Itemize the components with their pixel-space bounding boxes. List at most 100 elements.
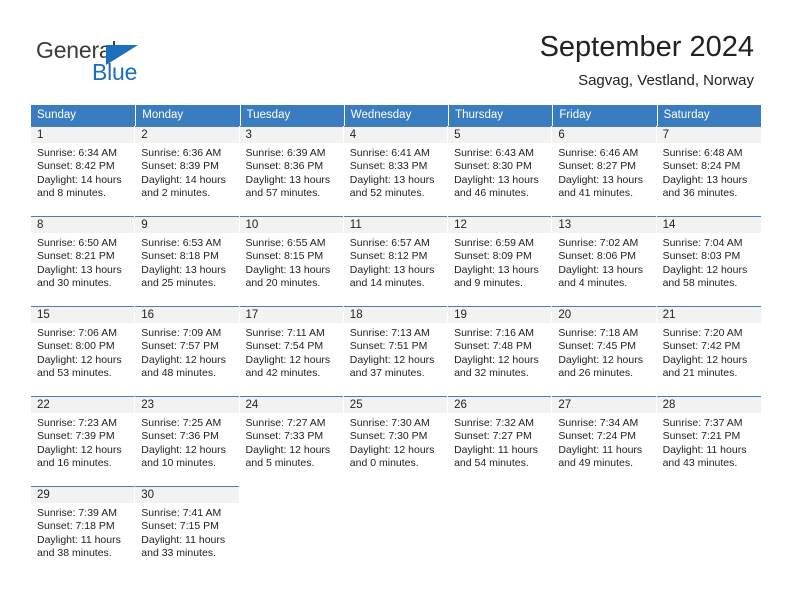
day-details: Sunrise: 7:27 AM Sunset: 7:33 PM Dayligh… [240, 413, 343, 471]
day-cell[interactable]: 24 Sunrise: 7:27 AM Sunset: 7:33 PM Dayl… [239, 396, 344, 486]
day-cell[interactable]: 16 Sunrise: 7:09 AM Sunset: 7:57 PM Dayl… [135, 306, 240, 396]
daylight-text-line1: Daylight: 13 hours [454, 173, 539, 186]
day-cell[interactable]: 27 Sunrise: 7:34 AM Sunset: 7:24 PM Dayl… [552, 396, 657, 486]
day-number: 9 [135, 216, 239, 233]
day-cell[interactable]: 10 Sunrise: 6:55 AM Sunset: 8:15 PM Dayl… [239, 216, 344, 306]
sunset-text: Sunset: 8:42 PM [37, 160, 115, 173]
day-cell[interactable]: 3 Sunrise: 6:39 AM Sunset: 8:36 PM Dayli… [239, 126, 344, 216]
daylight-text-line2: and 48 minutes. [141, 367, 216, 380]
daylight-text-line1: Daylight: 14 hours [141, 173, 226, 186]
day-number [344, 486, 447, 503]
day-cell[interactable]: 17 Sunrise: 7:11 AM Sunset: 7:54 PM Dayl… [239, 306, 344, 396]
day-cell[interactable]: 22 Sunrise: 7:23 AM Sunset: 7:39 PM Dayl… [31, 396, 136, 486]
day-details: Sunrise: 7:16 AM Sunset: 7:48 PM Dayligh… [448, 323, 551, 381]
day-cell[interactable]: 26 Sunrise: 7:32 AM Sunset: 7:27 PM Dayl… [448, 396, 553, 486]
day-cell[interactable]: 2 Sunrise: 6:36 AM Sunset: 8:39 PM Dayli… [135, 126, 240, 216]
day-cell[interactable]: 8 Sunrise: 6:50 AM Sunset: 8:21 PM Dayli… [31, 216, 136, 306]
sunset-text: Sunset: 7:42 PM [662, 340, 741, 353]
sunrise-text: Sunrise: 7:23 AM [37, 417, 117, 429]
day-details: Sunrise: 6:43 AM Sunset: 8:30 PM Dayligh… [448, 143, 551, 201]
daylight-text-line1: Daylight: 11 hours [558, 443, 643, 456]
sunrise-text: Sunrise: 6:39 AM [245, 147, 326, 159]
day-details: Sunrise: 7:13 AM Sunset: 7:51 PM Dayligh… [344, 323, 447, 381]
daylight-text-line1: Daylight: 12 hours [662, 353, 748, 366]
day-cell[interactable]: 18 Sunrise: 7:13 AM Sunset: 7:51 PM Dayl… [343, 306, 449, 396]
day-cell[interactable]: 9 Sunrise: 6:53 AM Sunset: 8:18 PM Dayli… [135, 216, 240, 306]
day-cell[interactable]: 30 Sunrise: 7:41 AM Sunset: 7:15 PM Dayl… [135, 486, 240, 576]
day-number: 17 [239, 306, 343, 323]
sunset-text: Sunset: 7:48 PM [454, 340, 532, 353]
day-cell[interactable]: 7 Sunrise: 6:48 AM Sunset: 8:24 PM Dayli… [656, 126, 761, 216]
daylight-text-line1: Daylight: 13 hours [141, 263, 226, 276]
day-number: 5 [448, 126, 552, 143]
day-number: 27 [552, 396, 656, 413]
daylight-text-line2: and 8 minutes. [37, 187, 106, 200]
day-details: Sunrise: 7:34 AM Sunset: 7:24 PM Dayligh… [552, 413, 655, 471]
day-cell[interactable]: 1 Sunrise: 6:34 AM Sunset: 8:42 PM Dayli… [31, 126, 136, 216]
day-number: 23 [135, 396, 239, 413]
daylight-text-line1: Daylight: 12 hours [141, 353, 226, 366]
daylight-text-line1: Daylight: 12 hours [349, 443, 435, 456]
daylight-text-line2: and 37 minutes. [349, 367, 425, 380]
day-details: Sunrise: 7:09 AM Sunset: 7:57 PM Dayligh… [135, 323, 238, 381]
day-cell[interactable]: 14 Sunrise: 7:04 AM Sunset: 8:03 PM Dayl… [656, 216, 761, 306]
daylight-text-line1: Daylight: 13 hours [558, 173, 643, 186]
brand-logo[interactable]: General Blue [36, 38, 236, 88]
day-number: 26 [448, 396, 552, 413]
day-cell-empty [448, 486, 553, 576]
daylight-text-line1: Daylight: 13 hours [454, 263, 539, 276]
week-row: 15 Sunrise: 7:06 AM Sunset: 8:00 PM Dayl… [31, 306, 761, 396]
week-row: 1 Sunrise: 6:34 AM Sunset: 8:42 PM Dayli… [31, 126, 761, 216]
daylight-text-line2: and 36 minutes. [662, 187, 738, 200]
daylight-text-line2: and 2 minutes. [141, 187, 211, 200]
daylight-text-line1: Daylight: 12 hours [141, 443, 226, 456]
day-details: Sunrise: 7:39 AM Sunset: 7:18 PM Dayligh… [31, 503, 134, 561]
day-details: Sunrise: 6:48 AM Sunset: 8:24 PM Dayligh… [657, 143, 761, 201]
day-cell[interactable]: 12 Sunrise: 6:59 AM Sunset: 8:09 PM Dayl… [448, 216, 553, 306]
daylight-text-line2: and 46 minutes. [454, 187, 529, 200]
weekday-header-monday: Monday [135, 105, 240, 126]
daylight-text-line2: and 58 minutes. [662, 277, 738, 290]
daylight-text-line2: and 10 minutes. [141, 457, 216, 470]
daylight-text-line2: and 43 minutes. [662, 457, 738, 470]
day-cell[interactable]: 19 Sunrise: 7:16 AM Sunset: 7:48 PM Dayl… [448, 306, 553, 396]
sunset-text: Sunset: 8:09 PM [454, 250, 532, 263]
daylight-text-line1: Daylight: 11 hours [37, 533, 121, 546]
day-cell[interactable]: 6 Sunrise: 6:46 AM Sunset: 8:27 PM Dayli… [552, 126, 657, 216]
day-cell[interactable]: 13 Sunrise: 7:02 AM Sunset: 8:06 PM Dayl… [552, 216, 657, 306]
day-details: Sunrise: 7:41 AM Sunset: 7:15 PM Dayligh… [135, 503, 238, 561]
daylight-text-line1: Daylight: 12 hours [37, 353, 122, 366]
sunset-text: Sunset: 8:00 PM [37, 340, 115, 353]
daylight-text-line2: and 5 minutes. [245, 457, 315, 470]
day-number [657, 486, 761, 503]
day-number: 3 [239, 126, 343, 143]
daylight-text-line2: and 0 minutes. [349, 457, 419, 470]
day-cell[interactable]: 29 Sunrise: 7:39 AM Sunset: 7:18 PM Dayl… [31, 486, 136, 576]
day-cell[interactable]: 20 Sunrise: 7:18 AM Sunset: 7:45 PM Dayl… [552, 306, 657, 396]
daylight-text-line1: Daylight: 13 hours [662, 173, 748, 186]
day-number: 12 [448, 216, 552, 233]
day-cell[interactable]: 15 Sunrise: 7:06 AM Sunset: 8:00 PM Dayl… [31, 306, 136, 396]
daylight-text-line1: Daylight: 12 hours [245, 443, 331, 456]
sunset-text: Sunset: 8:03 PM [662, 250, 741, 263]
weekday-header-row: Sunday Monday Tuesday Wednesday Thursday… [31, 105, 761, 126]
sunrise-text: Sunrise: 6:41 AM [349, 147, 430, 159]
day-cell-empty [240, 486, 344, 576]
sunrise-text: Sunrise: 6:57 AM [349, 237, 430, 249]
sunrise-text: Sunrise: 7:11 AM [245, 327, 325, 339]
day-cell[interactable]: 4 Sunrise: 6:41 AM Sunset: 8:33 PM Dayli… [343, 126, 449, 216]
day-cell[interactable]: 28 Sunrise: 7:37 AM Sunset: 7:21 PM Dayl… [656, 396, 761, 486]
day-cell[interactable]: 21 Sunrise: 7:20 AM Sunset: 7:42 PM Dayl… [656, 306, 761, 396]
title-block: September 2024 Sagvag, Vestland, Norway [540, 30, 754, 91]
day-cell[interactable]: 5 Sunrise: 6:43 AM Sunset: 8:30 PM Dayli… [448, 126, 553, 216]
day-cell[interactable]: 11 Sunrise: 6:57 AM Sunset: 8:12 PM Dayl… [343, 216, 449, 306]
sunrise-text: Sunrise: 6:48 AM [662, 147, 743, 159]
calendar-page: General Blue September 2024 Sagvag, Vest… [0, 0, 792, 612]
sunrise-text: Sunrise: 6:36 AM [141, 147, 222, 159]
daylight-text-line2: and 32 minutes. [454, 367, 529, 380]
day-number: 8 [31, 216, 135, 233]
sunrise-text: Sunrise: 7:18 AM [558, 327, 639, 339]
day-cell[interactable]: 25 Sunrise: 7:30 AM Sunset: 7:30 PM Dayl… [343, 396, 449, 486]
day-cell[interactable]: 23 Sunrise: 7:25 AM Sunset: 7:36 PM Dayl… [135, 396, 240, 486]
daylight-text-line1: Daylight: 14 hours [37, 173, 122, 186]
